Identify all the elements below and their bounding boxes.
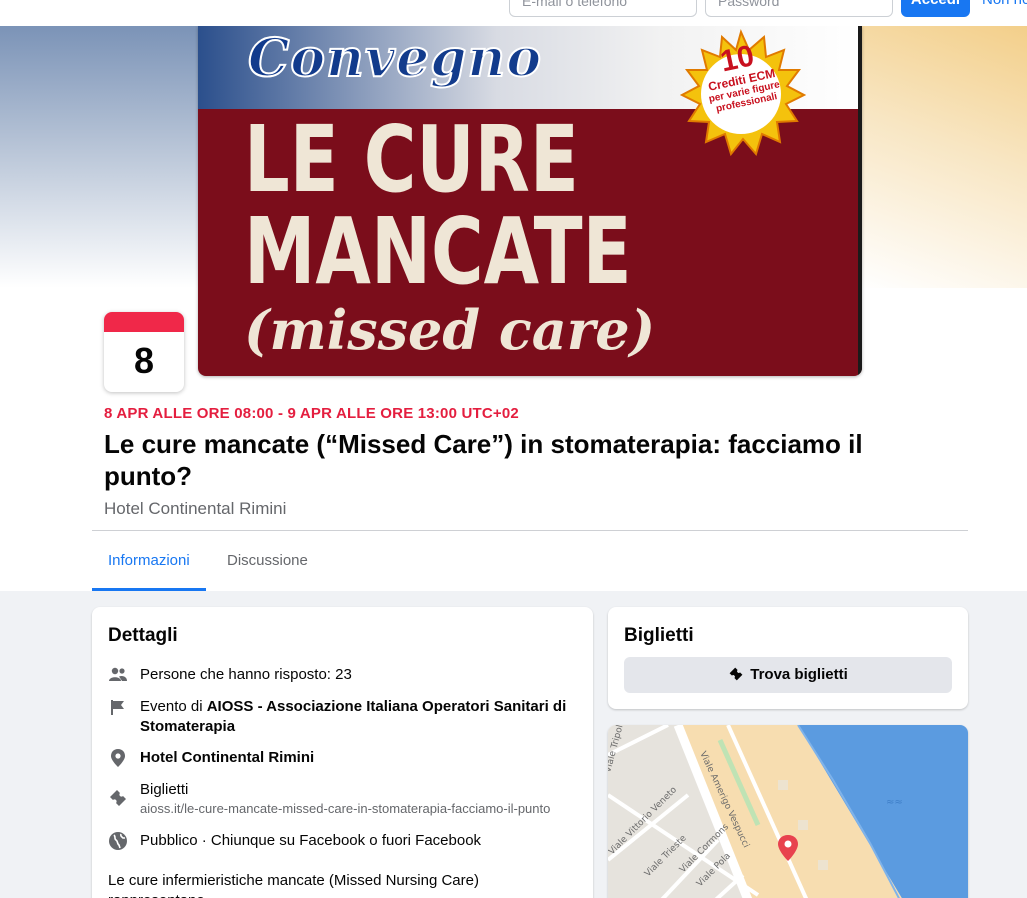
ecm-credits-badge: 10 Crediti ECM per varie figure professi… bbox=[676, 28, 807, 158]
location-pin-icon bbox=[111, 749, 125, 767]
location-map[interactable]: Viale Amerigo Vespucci Viale Vittorio Ve… bbox=[608, 725, 968, 898]
tickets-label: Biglietti bbox=[140, 781, 189, 798]
poster-missed-care-text: (missed care) bbox=[244, 298, 656, 362]
people-icon bbox=[109, 667, 127, 681]
event-date-range: 8 APR ALLE ORE 08:00 - 9 APR ALLE ORE 13… bbox=[104, 405, 519, 422]
globe-icon bbox=[109, 832, 127, 850]
tickets-url-link[interactable]: aioss.it/le-cure-mancate-missed-care-in-… bbox=[140, 800, 578, 818]
event-by-prefix: Evento di bbox=[140, 698, 207, 715]
map-canvas: Viale Amerigo Vespucci Viale Vittorio Ve… bbox=[608, 725, 968, 898]
poster-convegno-text: Convegno bbox=[247, 27, 543, 90]
find-tickets-button[interactable]: Trova biglietti bbox=[624, 657, 952, 693]
flag-icon bbox=[111, 700, 124, 715]
poster-main-line2: MANCATE bbox=[244, 198, 632, 305]
event-title: Le cure mancate (“Missed Care”) in stoma… bbox=[104, 429, 863, 491]
event-place[interactable]: Hotel Continental Rimini bbox=[104, 499, 286, 519]
login-button[interactable]: Accedi bbox=[901, 0, 970, 17]
poster-main-line1: LE CURE bbox=[244, 106, 579, 213]
responded-text: Persone che hanno risposto: 23 bbox=[140, 666, 352, 683]
tab-discussione[interactable]: Discussione bbox=[211, 531, 324, 591]
svg-text:≈≈: ≈≈ bbox=[886, 797, 903, 808]
calendar-day: 8 bbox=[133, 340, 155, 381]
tickets-row: Biglietti aioss.it/le-cure-mancate-misse… bbox=[108, 780, 578, 818]
find-tickets-label: Trova biglietti bbox=[750, 666, 848, 683]
tickets-card: Biglietti Trova biglietti bbox=[608, 607, 968, 709]
poster-edge bbox=[858, 26, 862, 376]
tab-informazioni[interactable]: Informazioni bbox=[92, 531, 206, 591]
ticket-icon bbox=[729, 667, 743, 681]
event-description: Le cure infermieristiche mancate (Missed… bbox=[108, 872, 479, 898]
responded-row: Persone che hanno risposto: 23 bbox=[108, 665, 578, 685]
location-link[interactable]: Hotel Continental Rimini bbox=[140, 748, 578, 768]
calendar-header bbox=[104, 312, 184, 332]
cover-background-right bbox=[857, 26, 1027, 288]
organizer-row: Evento di AIOSS - Associazione Italiana … bbox=[108, 697, 578, 737]
tickets-card-title: Biglietti bbox=[624, 625, 694, 646]
top-login-bar: E-mail o telefono Password Accedi Non ri… bbox=[0, 0, 1027, 26]
privacy-row: Pubblico · Chiunque su Facebook o fuori … bbox=[108, 831, 578, 851]
email-field[interactable]: E-mail o telefono bbox=[509, 0, 697, 17]
organizer-text: Evento di AIOSS - Associazione Italiana … bbox=[140, 697, 578, 737]
details-title: Dettagli bbox=[108, 625, 178, 646]
password-field[interactable]: Password bbox=[705, 0, 893, 17]
calendar-date-badge: 8 bbox=[104, 312, 184, 392]
location-row: Hotel Continental Rimini bbox=[108, 748, 578, 768]
ticket-icon bbox=[110, 790, 126, 806]
poster-main-title: LE CURE MANCATE bbox=[244, 114, 632, 298]
forgot-password-link[interactable]: Non ricordi bbox=[982, 0, 1027, 17]
details-card: Dettagli Persone che hanno risposto: 23 … bbox=[92, 607, 593, 898]
privacy-text: Pubblico · Chiunque su Facebook o fuori … bbox=[140, 832, 482, 849]
event-cover-photo[interactable]: Convegno LE CURE MANCATE (missed care) 1… bbox=[198, 26, 862, 376]
